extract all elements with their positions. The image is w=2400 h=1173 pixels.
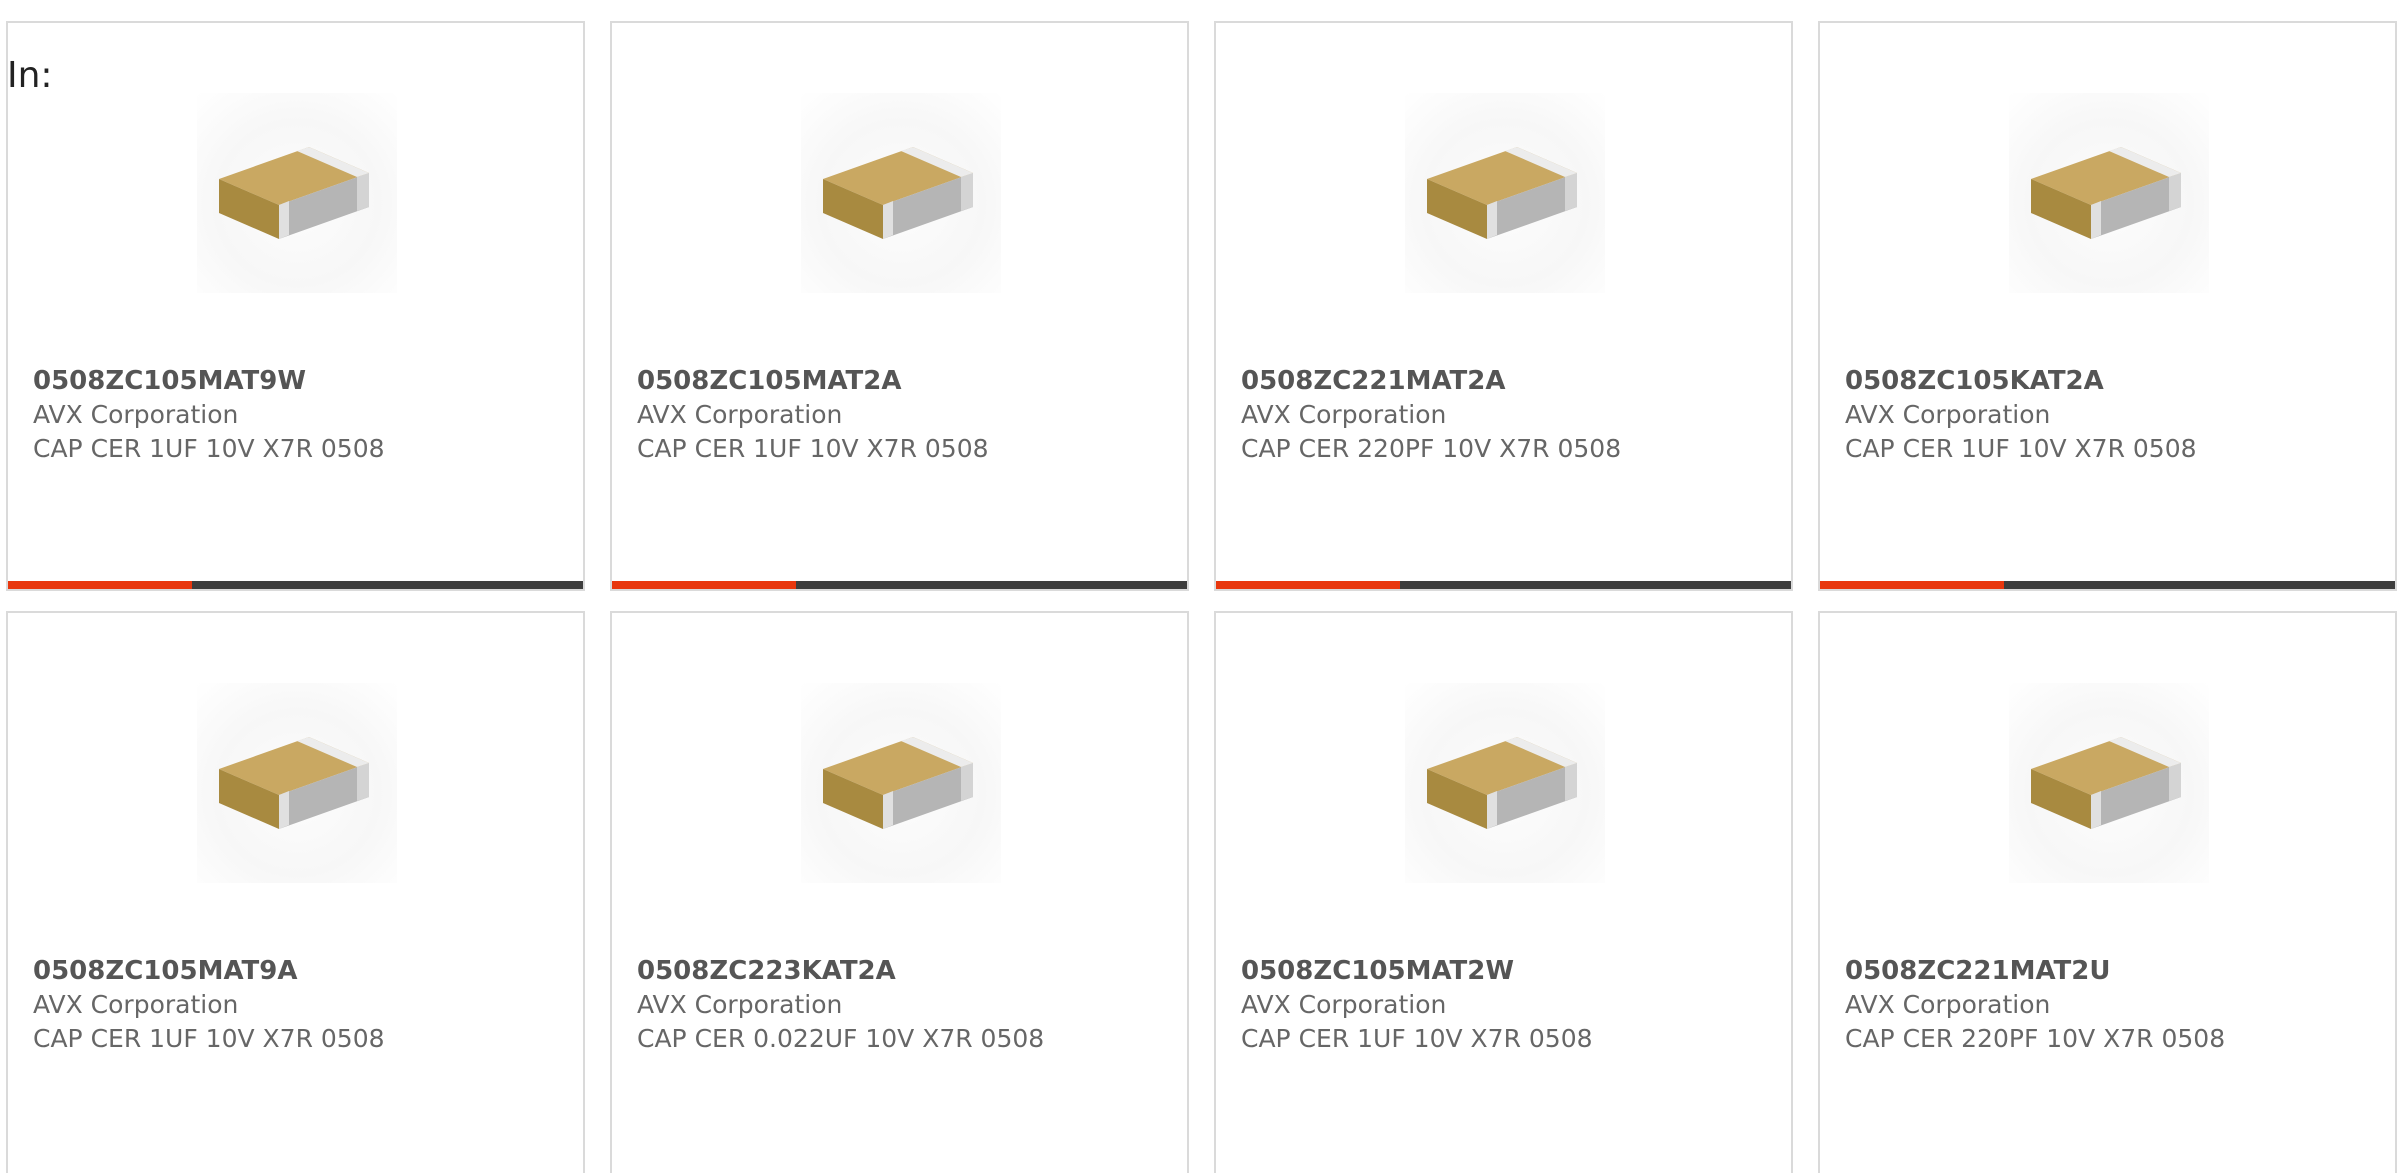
product-description: CAP CER 1UF 10V X7R 0508 <box>1241 1024 1593 1053</box>
product-card[interactable]: 0508ZC105MAT2W AVX Corporation CAP CER 1… <box>1214 611 1793 1173</box>
ceramic-chip-capacitor-icon <box>1427 737 1577 829</box>
ceramic-chip-capacitor-icon <box>2031 147 2181 239</box>
product-description: CAP CER 1UF 10V X7R 0508 <box>33 434 385 463</box>
manufacturer-name: AVX Corporation <box>33 400 239 429</box>
ceramic-chip-capacitor-icon <box>219 147 369 239</box>
ceramic-chip-capacitor-icon <box>219 737 369 829</box>
progress-bar <box>1216 581 1791 589</box>
manufacturer-name: AVX Corporation <box>637 990 843 1019</box>
part-number-link[interactable]: 0508ZC223KAT2A <box>637 954 896 988</box>
part-number-link[interactable]: 0508ZC105MAT2W <box>1241 954 1514 988</box>
progress-fill <box>8 581 192 589</box>
product-description: CAP CER 1UF 10V X7R 0508 <box>1845 434 2197 463</box>
progress-bar <box>1820 581 2395 589</box>
product-description: CAP CER 0.022UF 10V X7R 0508 <box>637 1024 1045 1053</box>
product-description: CAP CER 1UF 10V X7R 0508 <box>33 1024 385 1053</box>
part-number-link[interactable]: 0508ZC105MAT2A <box>637 364 902 398</box>
product-card[interactable]: 0508ZC105MAT9A AVX Corporation CAP CER 1… <box>6 611 585 1173</box>
manufacturer-name: AVX Corporation <box>1241 990 1447 1019</box>
ceramic-chip-capacitor-icon <box>823 737 973 829</box>
manufacturer-name: AVX Corporation <box>33 990 239 1019</box>
product-description: CAP CER 220PF 10V X7R 0508 <box>1241 434 1622 463</box>
progress-fill <box>612 581 796 589</box>
product-image[interactable] <box>801 93 1001 293</box>
product-description: CAP CER 1UF 10V X7R 0508 <box>637 434 989 463</box>
ceramic-chip-capacitor-icon <box>2031 737 2181 829</box>
product-card[interactable]: 0508ZC105MAT2A AVX Corporation CAP CER 1… <box>610 21 1189 591</box>
product-image[interactable] <box>197 683 397 883</box>
product-image[interactable] <box>801 683 1001 883</box>
manufacturer-name: AVX Corporation <box>637 400 843 429</box>
part-number-link[interactable]: 0508ZC105MAT9A <box>33 954 298 988</box>
product-card[interactable]: 0508ZC221MAT2A AVX Corporation CAP CER 2… <box>1214 21 1793 591</box>
manufacturer-name: AVX Corporation <box>1241 400 1447 429</box>
product-card[interactable]: 0508ZC223KAT2A AVX Corporation CAP CER 0… <box>610 611 1189 1173</box>
part-number-link[interactable]: 0508ZC221MAT2U <box>1845 954 2110 988</box>
progress-bar <box>8 581 583 589</box>
product-description: CAP CER 220PF 10V X7R 0508 <box>1845 1024 2226 1053</box>
progress-fill <box>1820 581 2004 589</box>
product-card[interactable]: 0508ZC105KAT2A AVX Corporation CAP CER 1… <box>1818 21 2397 591</box>
product-image[interactable] <box>1405 683 1605 883</box>
prefix-label: In: <box>7 55 53 96</box>
manufacturer-name: AVX Corporation <box>1845 400 2051 429</box>
product-card[interactable]: 0508ZC105MAT9W AVX Corporation CAP CER 1… <box>6 21 585 591</box>
product-image[interactable] <box>2009 683 2209 883</box>
product-image[interactable] <box>197 93 397 293</box>
product-card[interactable]: 0508ZC221MAT2U AVX Corporation CAP CER 2… <box>1818 611 2397 1173</box>
manufacturer-name: AVX Corporation <box>1845 990 2051 1019</box>
progress-bar <box>612 581 1187 589</box>
ceramic-chip-capacitor-icon <box>1427 147 1577 239</box>
part-number-link[interactable]: 0508ZC105KAT2A <box>1845 364 2104 398</box>
part-number-link[interactable]: 0508ZC105MAT9W <box>33 364 306 398</box>
product-image[interactable] <box>2009 93 2209 293</box>
progress-fill <box>1216 581 1400 589</box>
product-grid-page: In: 0508ZC105MAT9W AVX Corporation CAP C… <box>0 0 2400 1173</box>
ceramic-chip-capacitor-icon <box>823 147 973 239</box>
product-image[interactable] <box>1405 93 1605 293</box>
part-number-link[interactable]: 0508ZC221MAT2A <box>1241 364 1506 398</box>
